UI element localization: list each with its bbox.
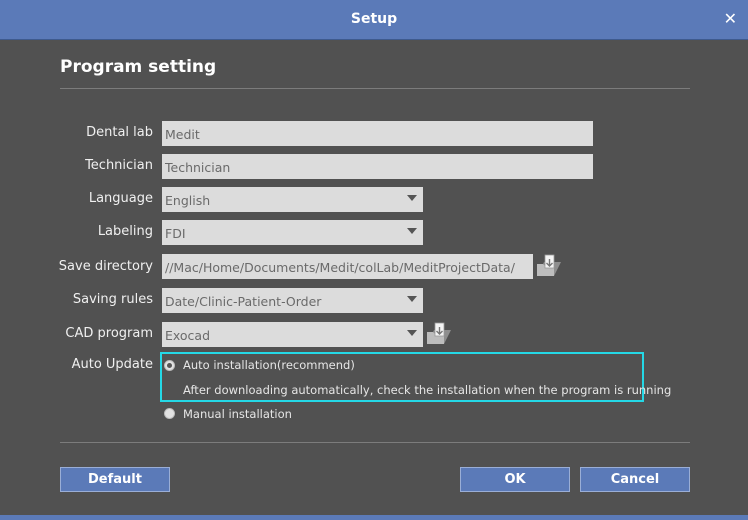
cad-program-value: Exocad <box>165 328 211 343</box>
chevron-down-icon <box>407 296 417 302</box>
folder-download-icon[interactable] <box>536 254 562 278</box>
section-title: Program setting <box>60 57 217 77</box>
folder-download-icon[interactable] <box>426 322 452 346</box>
labeling-value: FDI <box>165 226 186 241</box>
save-directory-input[interactable]: //Mac/Home/Documents/Medit/colLab/MeditP… <box>162 254 533 279</box>
technician-label: Technician <box>85 158 153 173</box>
saving-rules-select[interactable]: Date/Clinic-Patient-Order <box>162 288 423 313</box>
labeling-select[interactable]: FDI <box>162 220 423 245</box>
auto-installation-description: After downloading automatically, check t… <box>183 383 672 397</box>
manual-installation-label[interactable]: Manual installation <box>183 407 292 421</box>
bottom-bar <box>0 515 748 520</box>
auto-update-label: Auto Update <box>71 357 153 372</box>
cad-program-label: CAD program <box>65 326 153 341</box>
saving-rules-value: Date/Clinic-Patient-Order <box>165 294 322 309</box>
dental-lab-label: Dental lab <box>86 125 153 140</box>
dental-lab-input[interactable]: Medit <box>162 121 593 146</box>
technician-input[interactable]: Technician <box>162 154 593 179</box>
language-label: Language <box>88 191 153 206</box>
language-value: English <box>165 193 211 208</box>
auto-installation-radio[interactable] <box>164 360 175 371</box>
saving-rules-label: Saving rules <box>72 292 153 307</box>
divider-bottom <box>60 442 690 443</box>
title-bar: Setup ✕ <box>0 0 748 40</box>
save-directory-label: Save directory <box>58 259 153 274</box>
cancel-button[interactable]: Cancel <box>580 467 690 492</box>
window-title: Setup <box>350 11 398 27</box>
chevron-down-icon <box>407 330 417 336</box>
chevron-down-icon <box>407 228 417 234</box>
close-icon[interactable]: ✕ <box>724 9 737 28</box>
default-button[interactable]: Default <box>60 467 170 492</box>
cad-program-select[interactable]: Exocad <box>162 322 423 347</box>
manual-installation-radio[interactable] <box>164 408 175 419</box>
divider-top <box>60 88 690 89</box>
language-select[interactable]: English <box>162 187 423 212</box>
chevron-down-icon <box>407 195 417 201</box>
labeling-label: Labeling <box>97 224 153 239</box>
ok-button[interactable]: OK <box>460 467 570 492</box>
auto-installation-label[interactable]: Auto installation(recommend) <box>183 358 355 372</box>
